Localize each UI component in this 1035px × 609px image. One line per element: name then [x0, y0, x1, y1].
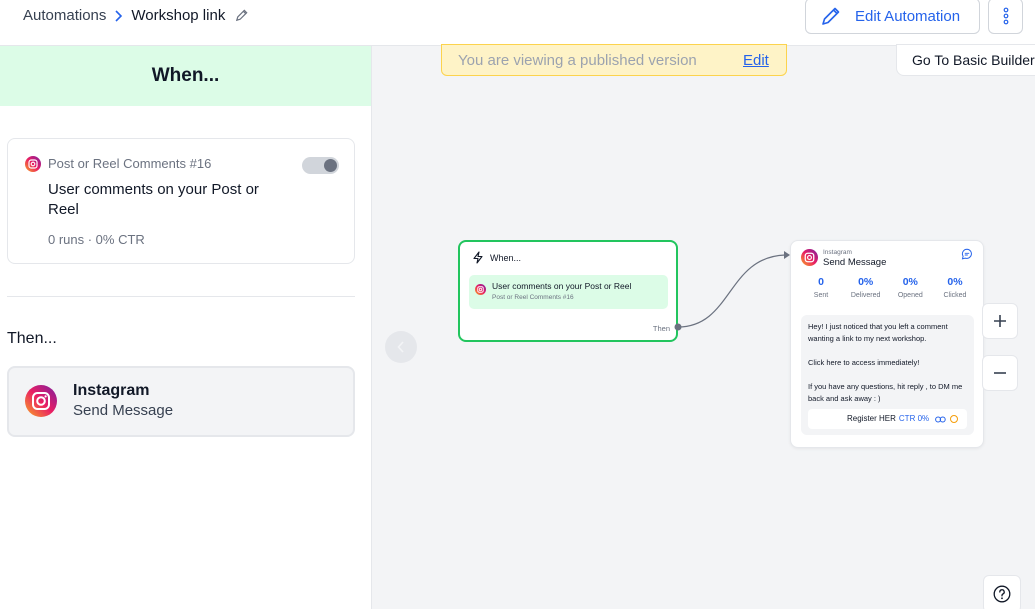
instagram-icon [25, 385, 57, 422]
breadcrumb-current: Workshop link [131, 7, 226, 24]
message-paragraph: Click here to access immediately! [808, 358, 920, 367]
stat-opened: 0% Opened [888, 276, 932, 299]
message-preview: Hey! I just noticed that you left a comm… [801, 315, 974, 435]
link-icon [935, 416, 946, 423]
top-bar: Automations Workshop link Edit Automatio… [0, 0, 1035, 46]
edit-automation-button[interactable]: Edit Automation [805, 0, 980, 34]
when-node-title: When... [490, 252, 522, 263]
send-node-stats: 0 Sent 0% Delivered 0% Opened 0% Clicked [799, 276, 977, 299]
when-node-trigger-title: User comments on your Post or Reel [492, 281, 632, 291]
minus-icon [994, 372, 1006, 374]
zoom-in-button[interactable] [982, 303, 1018, 339]
send-node-platform: Instagram [823, 249, 852, 256]
published-notice-text: You are viewing a published version [458, 51, 697, 69]
message-paragraph: If you have any questions, hit reply , t… [808, 382, 963, 403]
collapse-panel-button[interactable] [385, 331, 417, 363]
stat-clicked: 0% Clicked [933, 276, 977, 299]
more-options-button[interactable] [988, 0, 1023, 34]
status-dot-icon [950, 415, 959, 423]
trigger-card[interactable]: Post or Reel Comments #16 User comments … [7, 138, 355, 264]
action-card-instagram[interactable]: Instagram Send Message [7, 366, 355, 437]
pencil-icon [822, 7, 840, 25]
stat-label: Sent [813, 292, 829, 299]
breadcrumb-automations-link[interactable]: Automations [23, 7, 106, 24]
message-paragraph: Hey! I just noticed that you left a comm… [808, 322, 948, 343]
when-section-title: When... [0, 46, 371, 106]
stat-value: 0 [818, 276, 824, 288]
question-icon [993, 585, 1011, 603]
instagram-icon [801, 249, 818, 271]
trigger-toggle[interactable] [302, 157, 339, 174]
send-node-title: Send Message [823, 257, 887, 268]
stat-value: 0% [947, 276, 963, 288]
trigger-stats: 0 runs · 0% CTR [48, 232, 145, 247]
stat-value: 0% [858, 276, 874, 288]
left-panel: When... Post or Reel Comments #16 User c… [0, 46, 372, 609]
chevron-left-icon [397, 341, 404, 353]
instagram-icon [25, 156, 41, 177]
published-version-notice: You are viewing a published version Edit [441, 44, 787, 76]
when-node-trigger-subtitle: Post or Reel Comments #16 [492, 294, 574, 301]
help-button[interactable] [983, 575, 1021, 609]
zoom-out-button[interactable] [982, 355, 1018, 391]
stat-delivered: 0% Delivered [844, 276, 888, 299]
message-button-label: Register HER [847, 414, 896, 423]
published-edit-link[interactable]: Edit [743, 52, 769, 69]
vertical-dots-icon [1003, 7, 1008, 25]
stat-value: 0% [902, 276, 918, 288]
edit-automation-label: Edit Automation [855, 7, 961, 25]
when-node-trigger[interactable]: User comments on your Post or Reel Post … [469, 275, 668, 309]
message-link-button[interactable]: Register HER CTR 0% [808, 409, 967, 429]
action-subtitle: Send Message [73, 402, 174, 419]
chevron-right-icon [114, 9, 123, 22]
when-node-header: When... [472, 251, 521, 264]
chat-bubble-icon [961, 247, 973, 265]
lightning-icon [473, 251, 483, 264]
stat-label: Clicked [943, 292, 967, 299]
instagram-icon [475, 282, 486, 300]
send-message-node[interactable]: Instagram Send Message 0 Sent 0% Deliver… [790, 240, 984, 448]
stat-label: Opened [897, 292, 923, 299]
toggle-knob [324, 159, 337, 172]
action-title: Instagram [73, 382, 150, 399]
when-node[interactable]: When... User comments on your Post or Re… [458, 240, 678, 342]
plus-icon [994, 315, 1006, 327]
message-button-ctr: CTR 0% [898, 414, 930, 423]
then-section-title: Then... [7, 330, 57, 347]
trigger-description: User comments on your Post or Reel [48, 181, 259, 218]
divider [7, 296, 355, 297]
flow-canvas[interactable]: You are viewing a published version Edit… [372, 44, 1035, 609]
when-node-then-label: Then [652, 324, 670, 333]
trigger-title: Post or Reel Comments #16 [48, 156, 212, 171]
breadcrumb: Automations Workshop link [23, 7, 249, 24]
stat-label: Delivered [850, 292, 881, 299]
pencil-icon[interactable] [234, 8, 249, 23]
flow-connector [674, 251, 790, 331]
stat-sent: 0 Sent [799, 276, 843, 299]
go-to-basic-builder-button[interactable]: Go To Basic Builder [896, 44, 1035, 76]
